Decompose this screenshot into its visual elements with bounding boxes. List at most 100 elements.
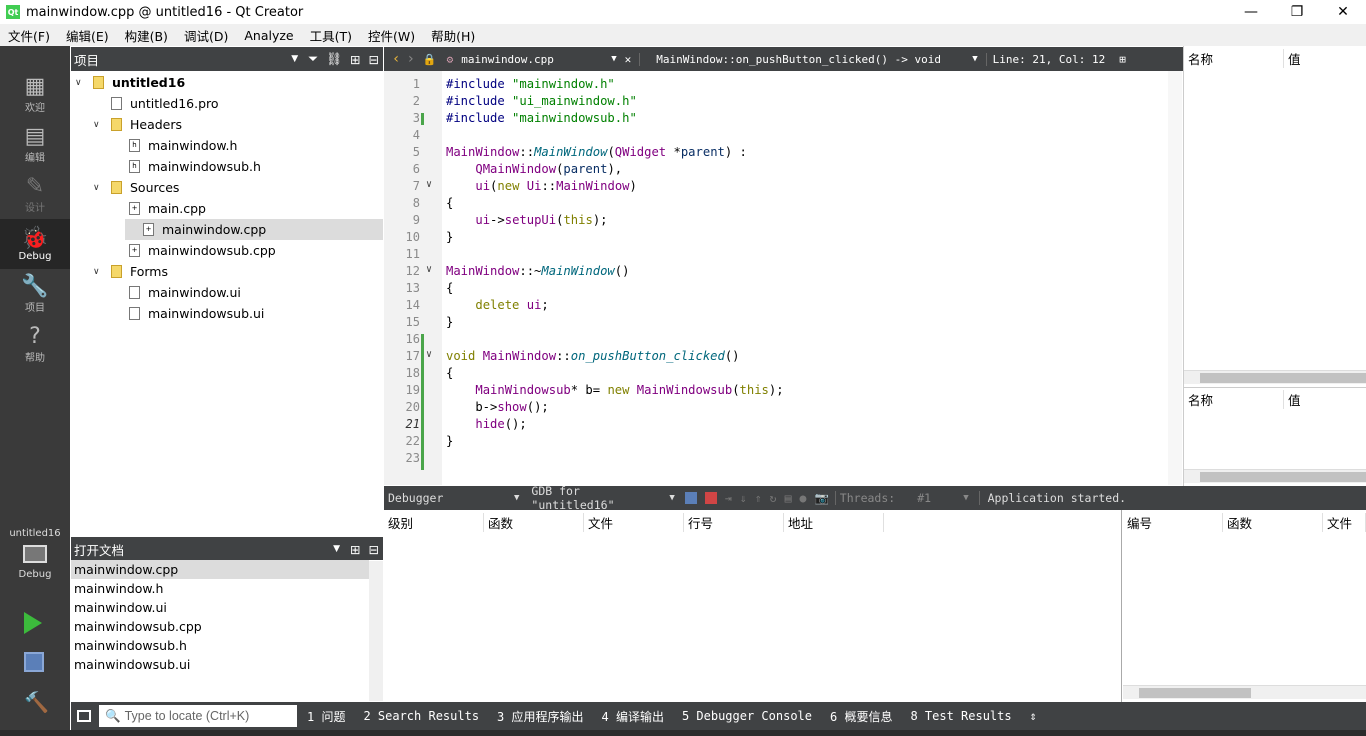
locals-hscroll[interactable] (1184, 370, 1366, 384)
mode-项目[interactable]: 🔧 项目 (0, 269, 70, 319)
editor-scrollbar[interactable] (1168, 71, 1182, 485)
mode-帮助[interactable]: ? 帮助 (0, 319, 70, 369)
tree-item[interactable]: + main.cpp (71, 198, 383, 219)
output-pane-button[interactable]: 8 Test Results (910, 709, 1011, 723)
open-document-item[interactable]: mainwindowsub.h (71, 636, 369, 655)
stack-column-header[interactable]: 级别 (384, 512, 484, 532)
close-panel-icon[interactable]: ⊟ (369, 52, 379, 67)
mode-编辑[interactable]: ▤ 编辑 (0, 119, 70, 169)
minimize-button[interactable]: — (1228, 0, 1274, 24)
split-icon[interactable]: ⊞ (350, 542, 360, 557)
chevron-down-icon[interactable]: ▼ (669, 493, 674, 503)
back-arrow-icon[interactable]: ‹ (392, 51, 400, 67)
chevron-down-icon[interactable]: ▼ (972, 54, 977, 64)
locals-value-column[interactable]: 值 (1284, 49, 1301, 68)
tree-item[interactable]: ∨ untitled16 (71, 72, 383, 93)
chevron-down-icon[interactable]: ∨ (93, 267, 111, 277)
tree-item[interactable]: h mainwindowsub.h (71, 156, 383, 177)
close-button[interactable]: ✕ (1320, 0, 1366, 24)
code-editor[interactable]: 1 #include "mainwindow.h" 2 #include "ui_ma… (384, 71, 1183, 485)
pane-switch-icon[interactable]: ⇕ (1030, 709, 1037, 723)
chevron-down-icon[interactable]: ▼ (611, 54, 616, 64)
chevron-down-icon[interactable]: ▼ (291, 54, 298, 64)
tree-item[interactable]: mainwindow.ui (71, 282, 383, 303)
breakpoint-column-header[interactable]: 编号 (1123, 512, 1223, 532)
chevron-down-icon[interactable]: ▼ (514, 493, 519, 503)
maximize-button[interactable]: ❐ (1274, 0, 1320, 24)
menu-item[interactable]: 控件(W) (360, 26, 423, 45)
breakpoint-column-header[interactable]: 文件 (1323, 512, 1366, 532)
mode-设计[interactable]: ✎ 设计 (0, 169, 70, 219)
tree-item[interactable]: ∨ Headers (71, 114, 383, 135)
symbol-selector[interactable]: MainWindow::on_pushButton_clicked() -> v… (650, 53, 972, 66)
chevron-down-icon[interactable]: ▼ (963, 493, 968, 503)
tree-item[interactable]: h mainwindow.h (71, 135, 383, 156)
link-icon[interactable]: ⛓ (326, 51, 342, 67)
debugger-engine-selector[interactable]: Debugger (384, 491, 514, 505)
watch-name-column[interactable]: 名称 (1184, 390, 1284, 409)
debug-target-selector[interactable]: GDB for "untitled16" (531, 484, 669, 512)
menu-item[interactable]: 工具(T) (302, 26, 360, 45)
restart-icon[interactable]: ↻ (770, 491, 777, 505)
fold-marker-icon[interactable]: ∨ (426, 179, 432, 190)
open-documents-scrollbar[interactable] (369, 561, 383, 701)
locals-name-column[interactable]: 名称 (1184, 48, 1284, 68)
locator-input[interactable]: 🔍 Type to locate (Ctrl+K) (99, 705, 297, 727)
tree-item[interactable]: ∨ Sources (71, 177, 383, 198)
step-over-icon[interactable]: ⇥ (725, 491, 732, 505)
tree-item[interactable]: + mainwindow.cpp (125, 219, 383, 240)
breakpoints-hscroll[interactable] (1123, 685, 1366, 699)
chevron-down-icon[interactable]: ∨ (93, 183, 111, 193)
mode-Debug[interactable]: 🐞 Debug (0, 219, 70, 269)
output-pane-button[interactable]: 1 问题 (307, 708, 345, 725)
output-pane-button[interactable]: 6 概要信息 (830, 708, 892, 725)
chevron-down-icon[interactable]: ∨ (93, 120, 111, 130)
continue-icon[interactable] (684, 492, 697, 504)
build-hammer-icon[interactable]: 🔨 (24, 690, 49, 714)
kit-selector[interactable]: untitled16 Debug (0, 526, 70, 596)
tree-item[interactable]: + mainwindowsub.cpp (71, 240, 383, 261)
stack-column-header[interactable]: 文件 (584, 512, 684, 532)
tree-item[interactable]: ∨ Forms (71, 261, 383, 282)
close-panel-icon[interactable]: ⊟ (369, 542, 379, 557)
cursor-position[interactable]: Line: 21, Col: 12 (985, 52, 1105, 66)
step-into-icon[interactable]: ⇓ (740, 491, 747, 505)
stop-icon[interactable] (704, 492, 717, 504)
split-icon[interactable]: ⊞ (1119, 53, 1126, 66)
step-out-icon[interactable]: ⇑ (755, 491, 762, 505)
menu-item[interactable]: Analyze (236, 28, 301, 43)
stack-column-header[interactable]: 地址 (784, 512, 884, 532)
fold-marker-icon[interactable]: ∨ (426, 264, 432, 275)
watch-value-column[interactable]: 值 (1284, 390, 1301, 409)
menu-item[interactable]: 编辑(E) (58, 26, 117, 45)
stack-column-header[interactable]: 函数 (484, 512, 584, 532)
chevron-down-icon[interactable]: ∨ (75, 78, 93, 88)
record-icon[interactable]: ● (800, 491, 807, 505)
menu-item[interactable]: 文件(F) (0, 26, 58, 45)
debug-run-button[interactable] (24, 652, 44, 672)
stack-column-header[interactable]: 行号 (684, 512, 784, 532)
fold-marker-icon[interactable]: ∨ (426, 349, 432, 360)
open-document-item[interactable]: mainwindow.cpp (71, 560, 369, 579)
tree-item[interactable]: mainwindowsub.ui (71, 303, 383, 324)
snapshot-icon[interactable]: 📷 (814, 491, 828, 505)
watch-hscroll[interactable] (1184, 469, 1366, 483)
current-file-selector[interactable]: mainwindow.cpp (461, 53, 611, 66)
run-button[interactable] (24, 612, 42, 634)
mode-欢迎[interactable]: ▦ 欢迎 (0, 69, 70, 119)
open-document-item[interactable]: mainwindowsub.ui (71, 655, 369, 674)
menu-item[interactable]: 调试(D) (176, 26, 236, 45)
output-pane-button[interactable]: 2 Search Results (363, 709, 479, 723)
open-document-item[interactable]: mainwindowsub.cpp (71, 617, 369, 636)
split-icon[interactable]: ⊞ (350, 52, 360, 67)
menu-item[interactable]: 构建(B) (117, 26, 176, 45)
open-document-item[interactable]: mainwindow.h (71, 579, 369, 598)
chevron-down-icon[interactable]: ▼ (333, 544, 340, 554)
thread-selector[interactable]: #1 (917, 491, 963, 505)
breakpoint-column-header[interactable]: 函数 (1223, 512, 1323, 532)
output-pane-button[interactable]: 3 应用程序输出 (497, 708, 583, 725)
toggle-sidebar-icon[interactable] (77, 710, 91, 722)
open-document-item[interactable]: mainwindow.ui (71, 598, 369, 617)
instruction-mode-icon[interactable]: ▤ (785, 491, 792, 505)
close-document-icon[interactable]: ✕ (625, 52, 641, 66)
